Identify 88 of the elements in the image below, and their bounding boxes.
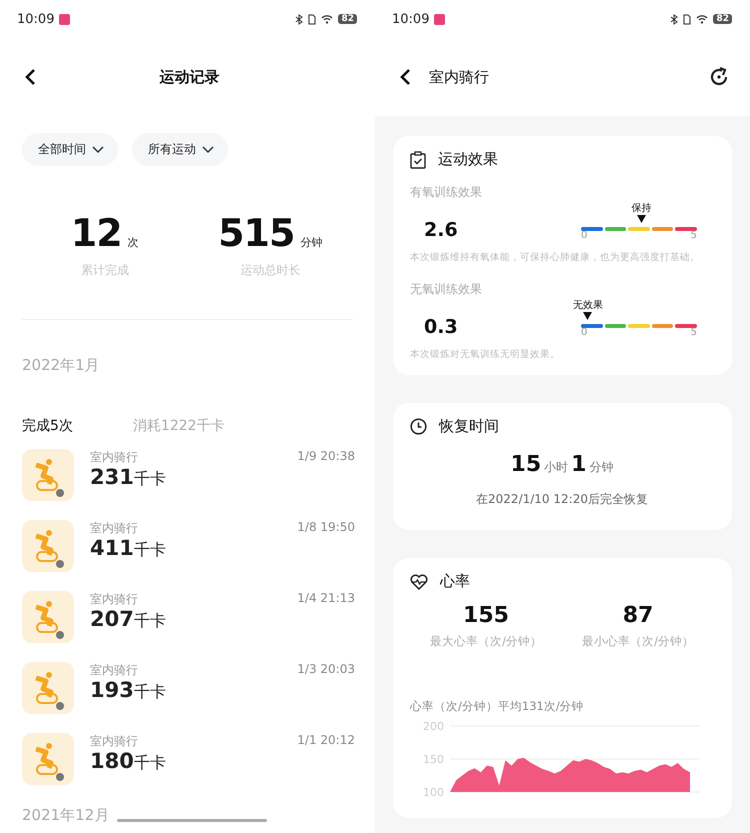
- filter-dropdown[interactable]: 所有运动: [132, 133, 228, 166]
- back-icon: [399, 68, 411, 86]
- card-title: 心率: [440, 572, 470, 591]
- back-button[interactable]: [24, 68, 36, 86]
- record-calories: 193千卡: [90, 679, 167, 702]
- record-calories: 231千卡: [90, 466, 167, 490]
- app-notification-icon: [434, 14, 446, 24]
- back-button[interactable]: [399, 68, 411, 86]
- heart-rate-value: 87: [622, 603, 654, 628]
- refresh-button[interactable]: [708, 66, 730, 88]
- stat-label: 运动总时长: [240, 262, 300, 279]
- back-icon: [24, 68, 36, 86]
- clipboard-check-icon: [410, 150, 426, 168]
- record-calories: 411千卡: [90, 537, 167, 560]
- gauge-min: 0: [581, 328, 588, 338]
- app-notification-icon: [59, 14, 70, 24]
- summary-calories: 消耗1222千卡: [132, 417, 225, 435]
- gauge-max: 5: [690, 231, 697, 241]
- battery-level: 82: [713, 14, 732, 24]
- stat-value: 515: [218, 211, 294, 255]
- bluetooth-icon: [670, 14, 678, 24]
- cycling-icon: [22, 591, 74, 643]
- summary-count: 完成5次: [22, 417, 73, 435]
- filter-dropdown[interactable]: 全部时间: [22, 133, 118, 166]
- wifi-icon: [696, 14, 708, 24]
- record-time: 1/9 20:38: [297, 449, 355, 463]
- cycling-icon: [22, 662, 74, 714]
- minutes-unit: 分钟: [589, 459, 614, 476]
- month-heading: 2021年12月: [22, 806, 110, 825]
- wifi-icon: [321, 14, 334, 24]
- record-type: 室内骑行: [90, 520, 139, 537]
- chevron-down-icon: [92, 146, 104, 154]
- status-time: 10:09: [17, 12, 54, 26]
- effect-value: 2.6: [424, 219, 458, 241]
- heart-rate-value: 155: [463, 603, 509, 628]
- effect-note: 本次锻炼维持有氧体能，可保持心肺健康，也为更高强度打基础。: [410, 251, 701, 264]
- gauge-min: 0: [581, 231, 588, 241]
- marker-triangle-icon: [636, 215, 646, 223]
- record-time: 1/4 21:13: [297, 591, 355, 605]
- recovery-hours: 15: [510, 452, 542, 477]
- effect-value: 0.3: [424, 316, 458, 338]
- card-title: 运动效果: [438, 150, 498, 169]
- effect-note: 本次锻炼对无氧训练无明显效果。: [410, 348, 561, 361]
- month-heading: 2022年1月: [21, 355, 101, 375]
- page-title: 室内骑行: [429, 68, 489, 86]
- stat-unit: 分钟: [300, 236, 322, 249]
- record-type: 室内骑行: [90, 449, 139, 466]
- clock-icon: [410, 418, 427, 435]
- gauge-max: 5: [690, 328, 697, 338]
- record-row[interactable]: 室内骑行 411千卡 1/8 19:50: [0, 520, 375, 591]
- record-type: 室内骑行: [90, 591, 139, 608]
- cycling-icon: [22, 449, 74, 501]
- record-row[interactable]: 室内骑行 231千卡 1/9 20:38: [0, 449, 375, 520]
- heart-rate-label: 最小心率（次/分钟）: [582, 634, 694, 649]
- record-type: 室内骑行: [90, 733, 139, 750]
- effect-label: 无氧训练效果: [410, 282, 482, 296]
- heart-pulse-icon: [410, 574, 428, 590]
- marker-triangle-icon: [583, 312, 592, 320]
- stat-label: 累计完成: [80, 262, 129, 279]
- card-title: 恢复时间: [439, 417, 499, 436]
- hours-unit: 小时: [544, 459, 568, 476]
- recovery-minutes: 1: [571, 452, 586, 477]
- gauge-marker-label: 保持: [631, 202, 652, 215]
- record-calories: 207千卡: [90, 608, 167, 632]
- sim-icon: [683, 14, 692, 24]
- stat-value: 12: [70, 211, 122, 255]
- stat-unit: 次: [128, 236, 139, 249]
- battery-level: 82: [338, 14, 357, 24]
- record-time: 1/1 20:12: [297, 733, 355, 747]
- page-title: 运动记录: [160, 68, 220, 86]
- bluetooth-icon: [295, 14, 304, 24]
- record-time: 1/8 19:50: [297, 520, 355, 534]
- cycling-icon: [22, 520, 74, 572]
- heart-rate-label: 最大心率（次/分钟）: [430, 634, 542, 649]
- effect-label: 有氧训练效果: [410, 185, 482, 199]
- chart-caption: 心率（次/分钟）平均131次/分钟: [410, 699, 585, 714]
- record-row[interactable]: 室内骑行 207千卡 1/4 21:13: [0, 591, 375, 662]
- record-calories: 180千卡: [90, 750, 167, 774]
- cycling-icon: [22, 733, 74, 785]
- record-row[interactable]: 室内骑行 180千卡 1/1 20:12: [0, 733, 375, 804]
- record-type: 室内骑行: [90, 662, 139, 679]
- record-row[interactable]: 室内骑行 193千卡 1/3 20:03: [0, 662, 375, 733]
- record-time: 1/3 20:03: [297, 662, 355, 676]
- chevron-down-icon: [202, 146, 214, 154]
- sim-icon: [308, 14, 316, 24]
- status-time: 10:09: [392, 12, 430, 26]
- gauge-marker-label: 无效果: [572, 299, 603, 312]
- recovery-note: 在2022/1/10 12:20后完全恢复: [475, 491, 649, 508]
